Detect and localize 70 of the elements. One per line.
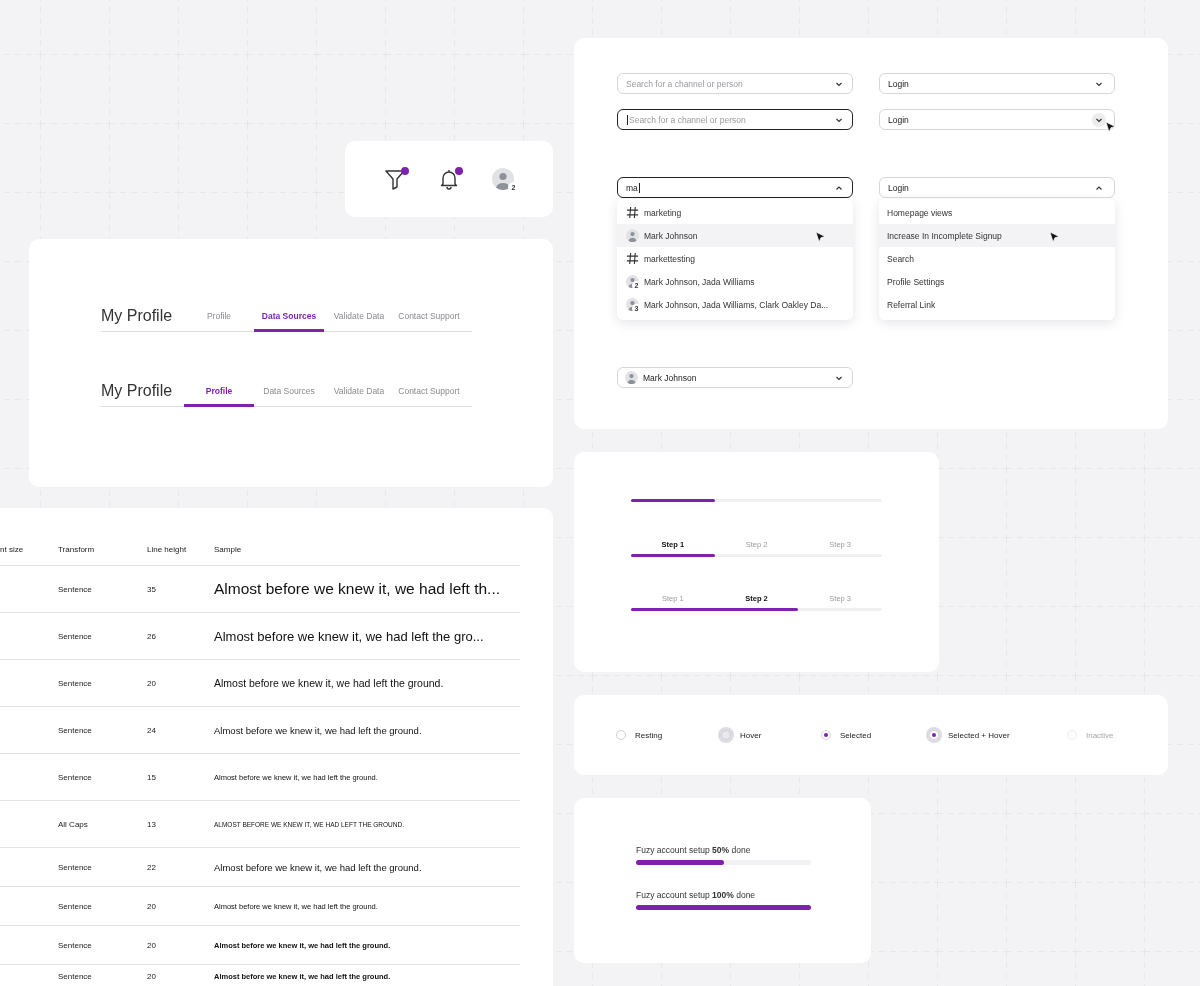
menu-item[interactable]: Referral Link [879,293,1115,316]
table-cell-text: Sentence [58,772,93,782]
table-cell-text: 20 [147,678,157,688]
table-cell-text: 22 [147,862,157,872]
menu-item[interactable]: Mark Johnson [617,224,853,247]
sample-text: Almost before we knew it, we had left the gro... [214,628,485,644]
progress-label: Fuzy account setup 100% done [636,890,757,900]
bell-icon[interactable] [438,168,460,190]
radio-button[interactable] [926,727,942,743]
search-field[interactable]: Mark Johnson [617,367,853,388]
table-cell-text: 20 [147,901,157,911]
cursor-icon [1105,121,1116,134]
tab[interactable]: Profile [184,386,254,407]
column-header: nt size [0,545,25,554]
column-header: Sample [214,545,243,554]
avatar [625,371,638,384]
menu-item[interactable]: marketing [617,201,853,224]
table-cell-text: 20 [147,971,157,981]
search-field[interactable]: ma [617,177,853,198]
radio-label: Selected [840,730,872,740]
radio-label: Inactive [1086,730,1114,740]
cursor-icon [1049,231,1060,244]
avatar [626,229,639,242]
tab[interactable]: Data Sources [254,311,324,332]
cursor-icon [815,231,826,244]
sample-text: Almost before we knew it, we had left th... [214,580,502,598]
menu-item[interactable]: markettesting [617,247,853,270]
table-cell-text: 20 [147,940,157,950]
table-cell-text: Sentence [58,631,93,641]
table-cell-text: Sentence [58,584,93,594]
progress-label: Fuzy account setup 50% done [636,845,752,855]
tab[interactable]: Validate Data [324,386,394,407]
table-cell-text: Sentence [58,678,93,688]
tab[interactable]: Profile [184,311,254,332]
select-field[interactable]: Login [879,109,1115,130]
select-field[interactable]: Login [879,73,1115,94]
tab[interactable]: Validate Data [324,311,394,332]
tab[interactable]: Contact Support [394,386,464,407]
table-cell-text: 24 [147,725,157,735]
sample-text: Almost before we knew it, we had left the ground. [214,677,445,689]
column-header: Line height [147,545,188,554]
menu-item[interactable]: Search [879,247,1115,270]
avatar[interactable] [492,168,514,190]
table-cell-text: 15 [147,772,157,782]
select-field[interactable]: Login [879,177,1115,198]
radio-label: Selected + Hover [948,730,1010,740]
sample-text: Almost before we knew it, we had left the ground. [214,861,423,873]
page-title: My Profile [101,307,174,326]
table-cell-text: 13 [147,819,157,829]
table-cell-text: Sentence [58,901,93,911]
menu-item[interactable]: Profile Settings [879,270,1115,293]
radio-button[interactable] [718,727,734,743]
tab[interactable]: Contact Support [394,311,464,332]
table-cell-text: Sentence [58,971,93,981]
table-cell-text: Sentence [58,862,93,872]
menu-item[interactable]: Homepage views [879,201,1115,224]
radio-label: Hover [740,730,762,740]
table-cell-text: Sentence [58,725,93,735]
hash-icon [626,252,639,265]
hash-icon [626,206,639,219]
table-cell-text: All Caps [58,819,89,829]
table-cell-text: Sentence [58,940,93,950]
radio-label: Resting [635,730,663,740]
column-header: Transform [58,545,96,554]
table-cell-text: 26 [147,631,157,641]
table-cell-text: 35 [147,584,157,594]
menu-item[interactable]: Increase In Incomplete Signup [879,224,1115,247]
tab[interactable]: Data Sources [254,386,324,407]
sample-text: Almost before we knew it, we had left the ground. [214,724,423,736]
page-title: My Profile [101,382,174,401]
